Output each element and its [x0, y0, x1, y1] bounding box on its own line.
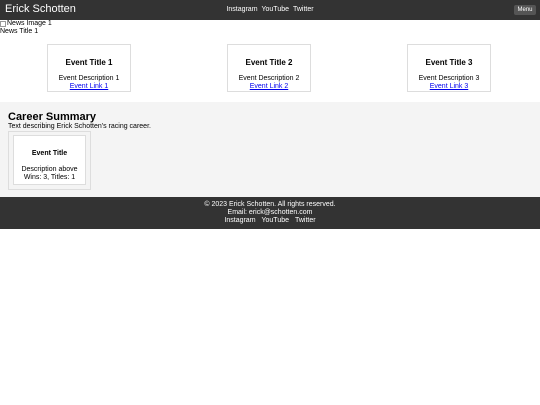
footer-twitter-link[interactable]: Twitter — [295, 217, 316, 224]
event-title: Event Title 3 — [425, 58, 473, 67]
events-section: Event Title 1 Event Description 1 Event … — [0, 36, 540, 102]
news-image: News Image 1 — [0, 20, 540, 28]
news-title: News Title 1 — [0, 28, 39, 35]
event-card: Event Title 3 Event Description 3 Event … — [407, 44, 491, 92]
event-link[interactable]: Event Link 1 — [48, 83, 130, 91]
nav-instagram-link[interactable]: Instagram — [226, 6, 257, 13]
career-card-title: Event Title — [31, 150, 68, 157]
career-title: Career Summary — [8, 111, 97, 123]
broken-image-icon — [0, 21, 6, 27]
event-description: Event Description 3 — [418, 75, 480, 82]
nav-youtube-link[interactable]: YouTube — [261, 6, 289, 13]
event-card: Event Title 1 Event Description 1 Event … — [47, 44, 131, 92]
footer-email: Email: erick@schotten.com — [227, 209, 313, 216]
career-section: Career Summary Text describing Erick Sch… — [0, 102, 540, 197]
footer-youtube-link[interactable]: YouTube — [261, 217, 289, 224]
footer-instagram-link[interactable]: Instagram — [224, 217, 255, 224]
footer: © 2023 Erick Schotten. All rights reserv… — [0, 197, 540, 229]
event-title: Event Title 1 — [65, 58, 113, 67]
footer-copyright: © 2023 Erick Schotten. All rights reserv… — [204, 201, 336, 208]
event-title: Event Title 2 — [245, 58, 293, 67]
nav-twitter-link[interactable]: Twitter — [293, 6, 314, 13]
event-link[interactable]: Event Link 2 — [228, 83, 310, 91]
event-link[interactable]: Event Link 3 — [408, 83, 490, 91]
career-text: Text describing Erick Schotten's racing … — [8, 123, 151, 130]
career-card-stats: Wins: 3, Titles: 1 — [23, 174, 76, 181]
footer-links: Instagram YouTube Twitter — [0, 217, 540, 225]
event-description: Event Description 1 — [58, 75, 120, 82]
career-card-container: Event Title Description above Wins: 3, T… — [8, 131, 91, 190]
news-image-alt: News Image 1 — [7, 20, 52, 27]
top-navbar: Erick Schotten Instagram YouTube Twitter… — [0, 0, 540, 20]
event-card: Event Title 2 Event Description 2 Event … — [227, 44, 311, 92]
top-nav-links: Instagram YouTube Twitter — [0, 5, 540, 14]
career-card: Event Title Description above Wins: 3, T… — [13, 135, 86, 185]
career-card-description: Description above — [21, 166, 78, 173]
menu-button[interactable]: Menu — [514, 5, 536, 15]
event-description: Event Description 2 — [238, 75, 300, 82]
news-section: News Image 1 News Title 1 — [0, 20, 540, 36]
